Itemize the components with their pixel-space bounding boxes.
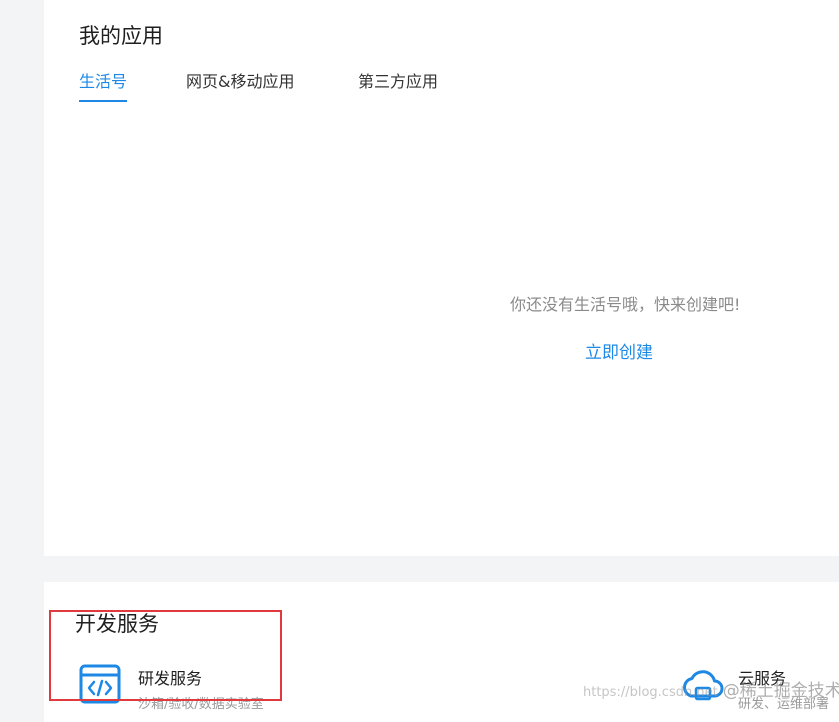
cloud-service-name[interactable]: 云服务 bbox=[738, 665, 786, 689]
tab-web-mobile-apps[interactable]: 网页&移动应用 bbox=[186, 68, 294, 100]
dev-services-title: 开发服务 bbox=[75, 612, 159, 636]
tab-third-party-apps[interactable]: 第三方应用 bbox=[358, 68, 438, 100]
tab-life-account[interactable]: 生活号 bbox=[79, 68, 128, 102]
rd-service-name[interactable]: 研发服务 bbox=[138, 665, 202, 689]
my-apps-title: 我的应用 bbox=[79, 24, 163, 48]
rd-service-desc: 沙箱/验收/数据实验室 bbox=[138, 697, 264, 712]
my-apps-panel: 我的应用 生活号 网页&移动应用 第三方应用 你还没有生活号哦，快来创建吧! 立… bbox=[44, 0, 839, 556]
cloud-icon[interactable] bbox=[680, 662, 726, 708]
cloud-service-desc: 研发、运维部署 bbox=[738, 697, 830, 712]
empty-state-message: 你还没有生活号哦，快来创建吧! bbox=[510, 295, 741, 314]
code-window-icon[interactable] bbox=[79, 663, 121, 705]
dev-services-panel: 开发服务 研发服务 沙箱/验收/数据实验室 云服务 研发、运维部署 bbox=[44, 582, 839, 722]
create-now-link[interactable]: 立即创建 bbox=[585, 338, 653, 363]
